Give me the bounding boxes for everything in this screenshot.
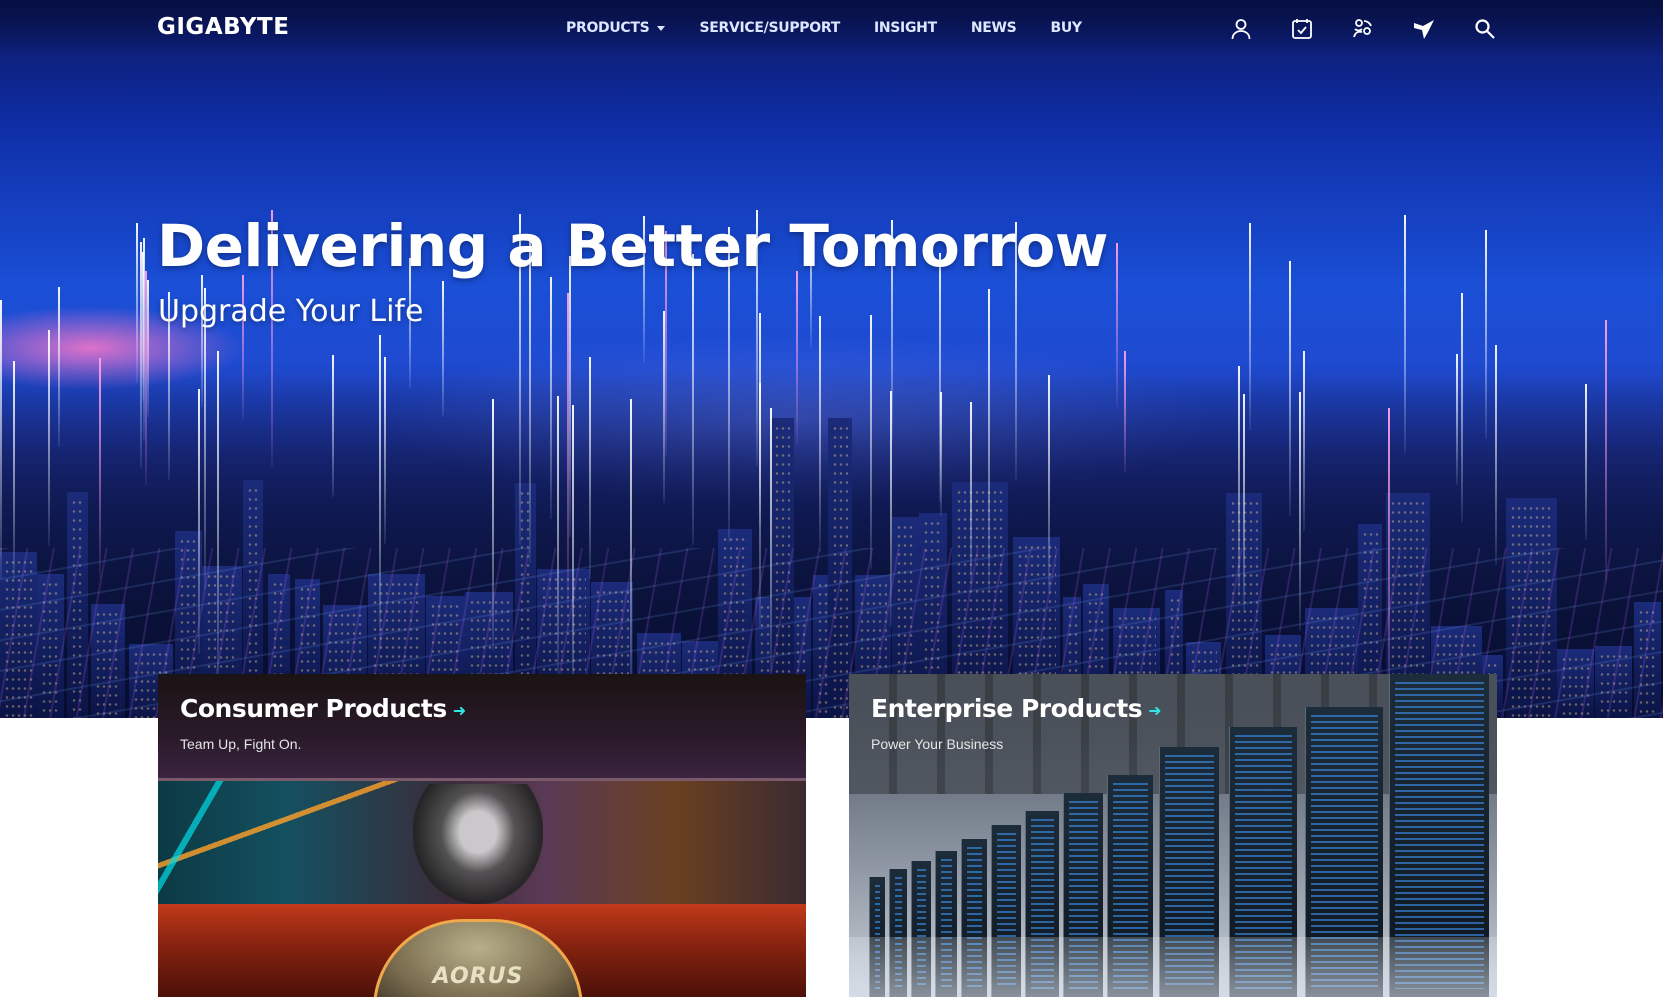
light-beam [589,357,591,579]
user-icon[interactable] [1228,16,1254,42]
consumer-products-label: Consumer Products [180,694,447,723]
aorus-icon[interactable] [1411,16,1437,42]
light-beam [1249,223,1251,430]
light-beam [663,311,665,503]
light-beam [630,399,632,695]
light-beam [384,357,386,544]
hero-banner [0,0,1663,718]
light-beam [48,330,50,546]
light-beam [1238,366,1240,596]
search-icon[interactable] [1472,16,1498,42]
nav-service-support[interactable]: SERVICE/SUPPORT [699,20,840,36]
light-beam [796,271,798,444]
chair-logo-text: AORUS [432,964,524,989]
nav-products[interactable]: PRODUCTS [566,20,666,36]
light-beam [442,281,444,417]
consumer-products-title[interactable]: Consumer Products ➜ [180,694,466,723]
light-beam [988,289,990,591]
light-beam [1461,293,1463,522]
light-beam [0,300,2,579]
light-beam [492,399,494,650]
light-beam [1116,243,1118,407]
light-beam [1303,351,1305,531]
light-beam [1605,320,1607,583]
hero-title: Delivering a Better Tomorrow [157,212,1108,280]
community-icon[interactable] [1350,16,1376,42]
light-beam [379,335,381,650]
light-beam [332,355,334,497]
light-beam [1456,354,1458,485]
utility-icons [1228,16,1498,42]
light-beam [99,358,101,578]
light-beam [529,241,531,563]
light-beam [1048,375,1050,591]
enterprise-products-title[interactable]: Enterprise Products ➜ [871,694,1162,723]
light-beam [198,389,200,654]
light-beam [1585,384,1587,540]
enterprise-products-subtitle: Power Your Business [871,736,1004,752]
light-beam [1404,215,1406,453]
light-beam [770,408,772,672]
nav-products-label: PRODUCTS [566,20,650,36]
light-beam [550,277,552,519]
light-beam [1124,351,1126,473]
nav-news[interactable]: NEWS [971,20,1017,36]
light-beam [572,405,574,704]
light-beam [204,288,206,589]
light-beam [1388,408,1390,714]
light-beam [13,361,15,580]
nav-insight[interactable]: INSIGHT [874,20,937,36]
light-beam [692,254,694,545]
hero-subtitle: Upgrade Your Life [158,294,424,329]
light-beam [58,287,60,447]
main-menu: PRODUCTS SERVICE/SUPPORT INSIGHT NEWS BU… [566,20,1082,36]
light-beam [557,396,559,673]
light-beam [759,383,761,526]
arrow-right-icon: ➜ [452,700,466,720]
light-beam [217,351,219,682]
compare-icon[interactable] [1289,16,1315,42]
light-beam [819,316,821,552]
light-beam [147,280,149,417]
consumer-products-subtitle: Team Up, Fight On. [180,736,302,752]
datacenter-floor-image [849,937,1497,997]
light-beam [569,256,571,537]
light-beam [940,392,942,516]
gaming-character-image [413,784,543,904]
top-navigation: GIGABYTE PRODUCTS SERVICE/SUPPORT INSIGH… [0,0,1663,56]
light-beam [1495,345,1497,565]
nav-buy[interactable]: BUY [1050,20,1082,36]
enterprise-products-card[interactable]: Enterprise Products ➜ Power Your Business [849,674,1497,997]
light-beam [970,402,972,582]
consumer-products-card[interactable]: AORUS Consumer Products ➜ Team Up, Fight … [158,674,806,997]
light-beam [1299,392,1301,631]
light-beam [870,315,872,569]
arrow-right-icon: ➜ [1148,700,1162,720]
light-beam [1289,261,1291,516]
light-beam [1485,230,1487,439]
chevron-down-icon [657,25,666,31]
enterprise-products-label: Enterprise Products [871,694,1143,723]
light-beam [136,223,138,383]
gigabyte-logo[interactable]: GIGABYTE [157,14,289,40]
light-beam [1243,394,1245,612]
